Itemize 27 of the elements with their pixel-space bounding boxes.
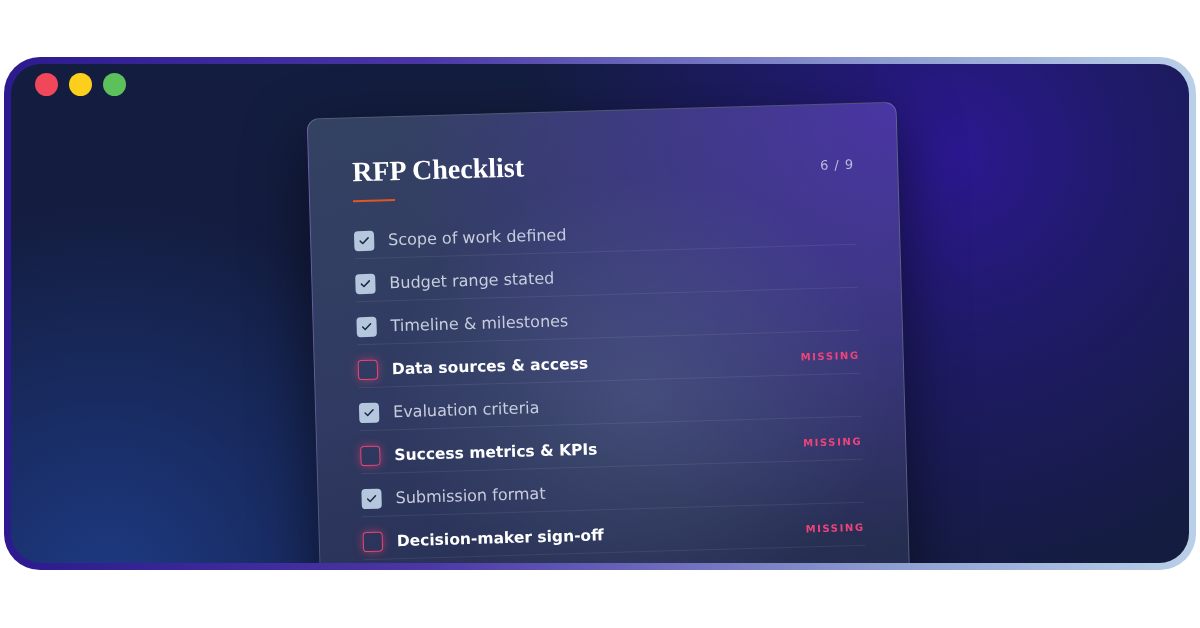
check-icon <box>362 406 376 419</box>
item-label: Evaluation criteria <box>392 397 540 422</box>
check-icon <box>360 320 373 333</box>
window-control-icon[interactable] <box>69 73 92 96</box>
checkbox[interactable] <box>358 402 380 423</box>
accent-underline <box>353 199 396 203</box>
checkbox[interactable] <box>353 230 375 251</box>
item-label: Timeline & milestones <box>390 310 569 336</box>
window-control-icon[interactable] <box>103 73 126 96</box>
checkbox[interactable] <box>356 316 377 337</box>
item-label: Success metrics & KPIs <box>394 438 598 465</box>
item-label: Budget range stated <box>389 268 555 293</box>
window-control-icon[interactable] <box>35 73 58 96</box>
checkbox[interactable] <box>355 273 376 294</box>
item-label: Submission format <box>395 483 546 508</box>
check-icon <box>365 492 378 505</box>
item-label: Scope of work defined <box>387 224 567 250</box>
check-icon <box>358 234 371 247</box>
item-label: Data sources & access <box>391 353 589 379</box>
item-label: Decision-maker sign-off <box>396 524 604 551</box>
status-label: MISSING <box>802 435 863 449</box>
check-icon <box>359 277 372 290</box>
progress-count: 6 / 9 <box>819 156 855 174</box>
checkbox[interactable] <box>361 488 382 509</box>
status-label: MISSING <box>805 521 865 535</box>
checklist-title: RFP Checklist <box>351 151 525 189</box>
status-label: MISSING <box>800 349 860 363</box>
